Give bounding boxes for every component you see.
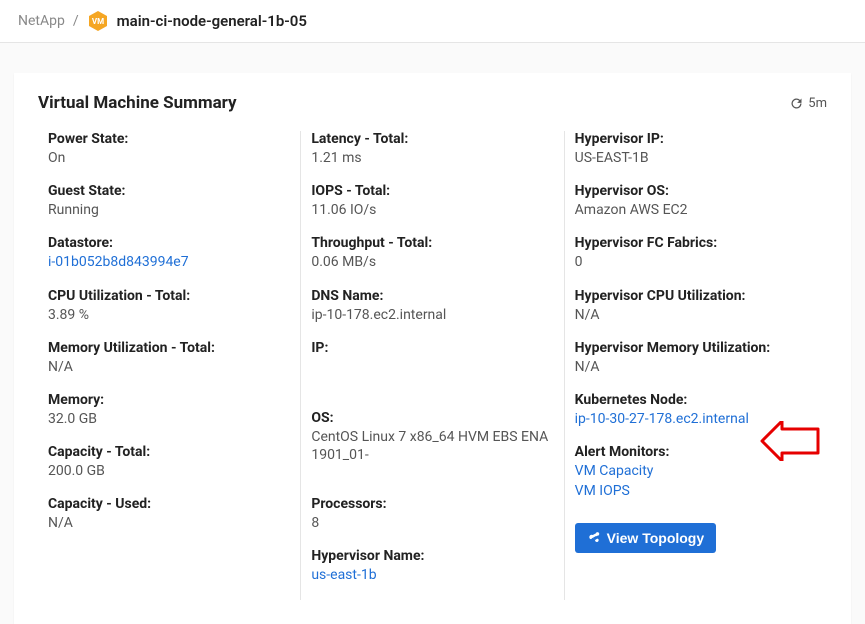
view-topology-button[interactable]: View Topology	[575, 523, 717, 553]
svg-text:VM: VM	[92, 17, 104, 26]
field-alert-monitors: Alert Monitors: VM Capacity VM IOPS	[575, 444, 817, 500]
field-memory-utilization: Memory Utilization - Total: N/A	[48, 340, 290, 376]
field-ip: IP:	[311, 340, 553, 394]
vm-icon: VM	[87, 10, 109, 32]
field-cpu-utilization: CPU Utilization - Total: 3.89 %	[48, 288, 290, 324]
hypervisor-name-link[interactable]: us-east-1b	[311, 566, 553, 584]
field-hypervisor-os: Hypervisor OS: Amazon AWS EC2	[575, 183, 817, 219]
field-kubernetes-node: Kubernetes Node: ip-10-30-27-178.ec2.int…	[575, 392, 817, 428]
field-hypervisor-ip: Hypervisor IP: US-EAST-1B	[575, 131, 817, 167]
field-power-state: Power State: On	[48, 131, 290, 167]
alert-vm-iops-link[interactable]: VM IOPS	[575, 482, 817, 500]
field-hypervisor-fc-fabrics: Hypervisor FC Fabrics: 0	[575, 235, 817, 271]
breadcrumb-root[interactable]: NetApp	[18, 13, 65, 29]
breadcrumb: NetApp / VM main-ci-node-general-1b-05	[0, 0, 865, 43]
refresh-icon	[789, 96, 804, 111]
breadcrumb-separator: /	[73, 13, 79, 29]
field-os: OS: CentOS Linux 7 x86_64 HVM EBS ENA 19…	[311, 410, 553, 480]
breadcrumb-current: main-ci-node-general-1b-05	[117, 12, 307, 30]
datastore-link[interactable]: i-01b052b8d843994e7	[48, 253, 290, 271]
alert-vm-capacity-link[interactable]: VM Capacity	[575, 462, 817, 480]
field-processors: Processors: 8	[311, 496, 553, 532]
field-guest-state: Guest State: Running	[48, 183, 290, 219]
kubernetes-node-link[interactable]: ip-10-30-27-178.ec2.internal	[575, 410, 817, 428]
vm-summary-card: Virtual Machine Summary 5m Power State: …	[14, 73, 851, 624]
field-memory: Memory: 32.0 GB	[48, 392, 290, 428]
summary-col-2: Latency - Total: 1.21 ms IOPS - Total: 1…	[300, 131, 563, 600]
field-throughput: Throughput - Total: 0.06 MB/s	[311, 235, 553, 271]
field-latency: Latency - Total: 1.21 ms	[311, 131, 553, 167]
refresh-time: 5m	[808, 96, 827, 111]
field-capacity-used: Capacity - Used: N/A	[48, 496, 290, 532]
refresh-button[interactable]: 5m	[789, 96, 827, 111]
field-hypervisor-name: Hypervisor Name: us-east-1b	[311, 548, 553, 584]
field-dns-name: DNS Name: ip-10-178.ec2.internal	[311, 288, 553, 324]
field-hypervisor-cpu-utilization: Hypervisor CPU Utilization: N/A	[575, 288, 817, 324]
field-iops: IOPS - Total: 11.06 IO/s	[311, 183, 553, 219]
card-title: Virtual Machine Summary	[38, 93, 237, 113]
field-hypervisor-memory-utilization: Hypervisor Memory Utilization: N/A	[575, 340, 817, 376]
field-datastore: Datastore: i-01b052b8d843994e7	[48, 235, 290, 271]
share-icon	[587, 531, 601, 545]
summary-col-3: Hypervisor IP: US-EAST-1B Hypervisor OS:…	[564, 131, 827, 600]
summary-col-1: Power State: On Guest State: Running Dat…	[38, 131, 300, 600]
field-capacity-total: Capacity - Total: 200.0 GB	[48, 444, 290, 480]
